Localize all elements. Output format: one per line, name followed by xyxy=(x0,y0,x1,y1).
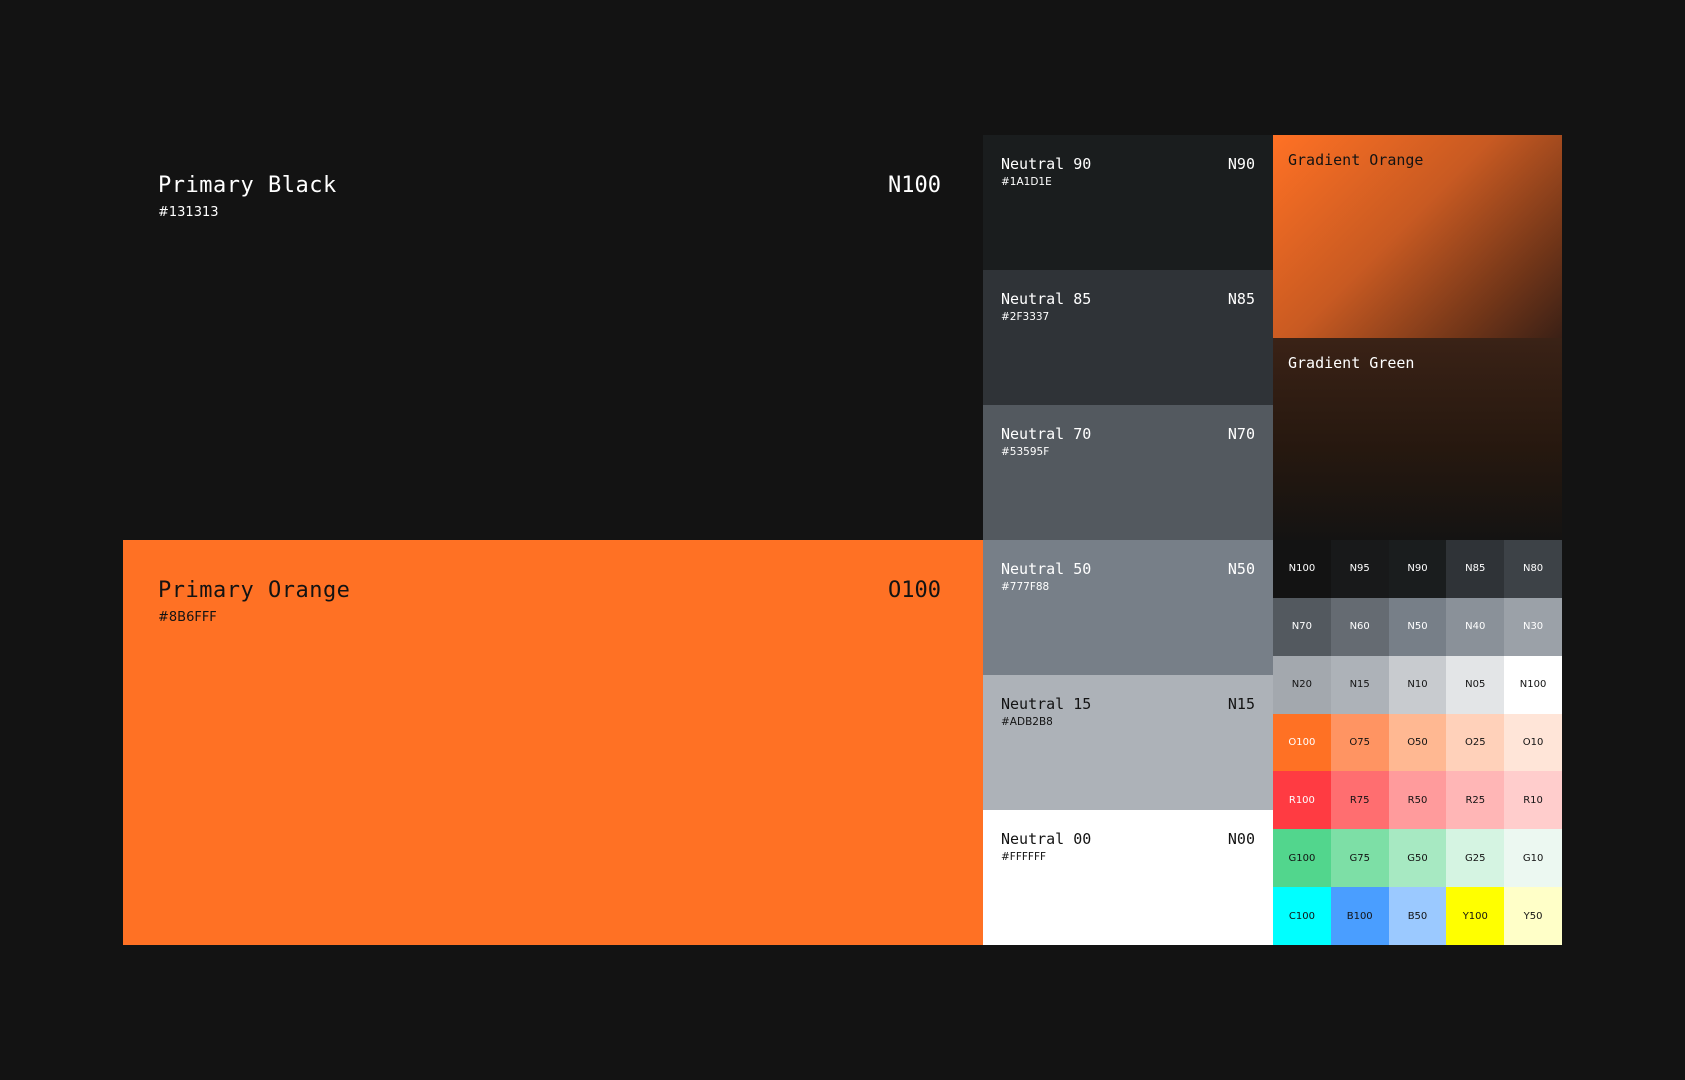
swatch-cell-r50: R50 xyxy=(1388,771,1447,830)
color-name: Neutral 15 xyxy=(1001,695,1092,713)
swatch-cell-n15: N15 xyxy=(1330,655,1389,714)
swatch-cell-y100: Y100 xyxy=(1446,887,1505,945)
gradient-name: Gradient Orange xyxy=(1288,151,1424,169)
color-code: N15 xyxy=(1227,695,1255,713)
swatch-cell-n40: N40 xyxy=(1446,597,1505,656)
swatch-cell-n95: N95 xyxy=(1330,540,1389,598)
swatch-cell-n85: N85 xyxy=(1446,540,1505,598)
color-hex: #777F88 xyxy=(1001,581,1050,593)
swatch-cell-n100: N100 xyxy=(1273,540,1331,598)
swatch-cell-o75: O75 xyxy=(1330,713,1389,772)
swatch-cell-o50: O50 xyxy=(1388,713,1447,772)
swatch-cell-g75: G75 xyxy=(1330,829,1389,888)
swatch-cell-n50: N50 xyxy=(1388,597,1447,656)
color-code: N70 xyxy=(1227,425,1255,443)
color-name: Neutral 00 xyxy=(1001,830,1092,848)
neutral-swatch-50: Neutral 50 #777F88 N50 xyxy=(983,540,1273,675)
swatch-cell-r100: R100 xyxy=(1273,771,1331,830)
swatch-cell-g10: G10 xyxy=(1504,829,1562,888)
neutral-swatch-00: Neutral 00 #FFFFFF N00 xyxy=(983,810,1273,945)
swatch-cell-n60: N60 xyxy=(1330,597,1389,656)
color-code: N85 xyxy=(1227,290,1255,308)
swatch-cell-b100: B100 xyxy=(1330,887,1389,945)
gradient-name: Gradient Green xyxy=(1288,354,1415,372)
color-hex: #8B6FFF xyxy=(158,610,217,625)
swatch-cell-n80: N80 xyxy=(1504,540,1562,598)
swatch-cell-r10: R10 xyxy=(1504,771,1562,830)
primary-orange-swatch: Primary Orange #8B6FFF O100 xyxy=(123,540,983,945)
swatch-cell-g25: G25 xyxy=(1446,829,1505,888)
swatch-cell-n100: N100 xyxy=(1504,655,1562,714)
color-name: Neutral 90 xyxy=(1001,155,1092,173)
swatch-cell-r25: R25 xyxy=(1446,771,1505,830)
swatch-cell-c100: C100 xyxy=(1273,887,1331,945)
swatch-grid: N100 N95 N90 N85 N80 N70 N60 N50 N40 N30 N20 N15 N10… xyxy=(1273,540,1562,945)
gradient-green-swatch: Gradient Green xyxy=(1273,338,1562,540)
neutral-swatch-15: Neutral 15 #ADB2B8 N15 xyxy=(983,675,1273,810)
gradient-orange-swatch: Gradient Orange xyxy=(1273,135,1562,338)
color-code: N90 xyxy=(1227,155,1255,173)
color-name: Primary Orange xyxy=(158,578,351,603)
swatch-cell-g50: G50 xyxy=(1388,829,1447,888)
neutral-swatch-90: Neutral 90 #1A1D1E N90 xyxy=(983,135,1273,270)
color-name: Neutral 85 xyxy=(1001,290,1092,308)
color-code: N100 xyxy=(888,173,941,198)
color-hex: #53595F xyxy=(1001,446,1050,458)
color-name: Primary Black xyxy=(158,173,337,198)
color-hex: #ADB2B8 xyxy=(1001,716,1053,728)
color-code: N50 xyxy=(1227,560,1255,578)
swatch-cell-o100: O100 xyxy=(1273,713,1331,772)
color-name: Neutral 50 xyxy=(1001,560,1092,578)
color-code: N00 xyxy=(1227,830,1255,848)
swatch-cell-n70: N70 xyxy=(1273,597,1331,656)
swatch-cell-n90: N90 xyxy=(1388,540,1447,598)
color-code: O100 xyxy=(888,578,941,603)
neutral-swatch-70: Neutral 70 #53595F N70 xyxy=(983,405,1273,540)
swatch-cell-o25: O25 xyxy=(1446,713,1505,772)
swatch-cell-o10: O10 xyxy=(1504,713,1562,772)
neutral-swatch-85: Neutral 85 #2F3337 N85 xyxy=(983,270,1273,405)
swatch-cell-n30: N30 xyxy=(1504,597,1562,656)
primary-black-swatch: Primary Black #131313 N100 xyxy=(123,135,983,540)
swatch-cell-n05: N05 xyxy=(1446,655,1505,714)
swatch-cell-g100: G100 xyxy=(1273,829,1331,888)
swatch-cell-y50: Y50 xyxy=(1504,887,1562,945)
swatch-cell-r75: R75 xyxy=(1330,771,1389,830)
swatch-cell-n10: N10 xyxy=(1388,655,1447,714)
color-hex: #FFFFFF xyxy=(1001,851,1047,863)
color-hex: #1A1D1E xyxy=(1001,176,1052,188)
color-name: Neutral 70 xyxy=(1001,425,1092,443)
color-hex: #131313 xyxy=(158,205,219,220)
swatch-cell-n20: N20 xyxy=(1273,655,1331,714)
color-hex: #2F3337 xyxy=(1001,311,1050,323)
swatch-cell-b50: B50 xyxy=(1388,887,1447,945)
